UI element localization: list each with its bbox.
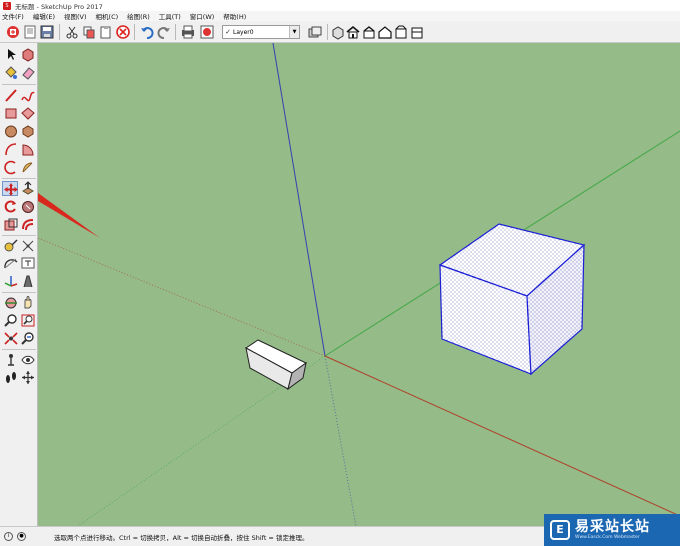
paint-bucket-icon[interactable] — [3, 65, 19, 80]
tool-separator — [2, 292, 36, 293]
modeling-viewport[interactable] — [38, 43, 680, 526]
tool-separator — [2, 349, 36, 350]
push-pull-icon[interactable] — [20, 181, 36, 196]
menu-file[interactable]: 文件(F) — [2, 11, 24, 21]
front-view-icon[interactable] — [361, 24, 377, 40]
offset-icon[interactable] — [20, 217, 36, 232]
menu-edit[interactable]: 编辑(E) — [33, 11, 55, 21]
new-file-icon[interactable] — [5, 24, 21, 40]
toolbar-separator — [134, 24, 135, 40]
cut-icon[interactable] — [64, 24, 80, 40]
pan-icon[interactable] — [20, 295, 36, 310]
right-view-icon[interactable] — [377, 24, 393, 40]
back-view-icon[interactable] — [393, 24, 409, 40]
text-icon[interactable] — [20, 256, 36, 271]
position-camera-icon[interactable] — [3, 352, 19, 367]
dimension-icon[interactable] — [20, 238, 36, 253]
move-icon[interactable] — [2, 181, 18, 196]
model-info-icon[interactable] — [199, 24, 215, 40]
two-point-arc-icon[interactable] — [3, 160, 19, 175]
pie-icon[interactable] — [20, 142, 36, 157]
select-icon[interactable] — [3, 47, 19, 62]
follow-me-icon[interactable] — [20, 199, 36, 214]
tool-separator — [2, 84, 36, 85]
red-axis-dotted — [38, 237, 326, 357]
watermark-title: 易采站长站 — [575, 518, 650, 535]
open-file-icon[interactable] — [22, 24, 38, 40]
menu-camera[interactable]: 相机(C) — [96, 11, 119, 21]
sketchup-app-icon: S — [3, 1, 11, 10]
zoom-extents-icon[interactable] — [3, 331, 19, 346]
scene-canvas[interactable] — [38, 43, 680, 526]
print-icon[interactable] — [180, 24, 196, 40]
arc-icon[interactable] — [3, 142, 19, 157]
make-component-icon[interactable] — [20, 47, 36, 62]
freehand-icon[interactable] — [20, 88, 36, 103]
chevron-down-icon[interactable]: ▼ — [289, 26, 299, 38]
toolbar-separator — [59, 24, 60, 40]
previous-view-icon[interactable] — [20, 331, 36, 346]
3d-text-icon[interactable] — [20, 274, 36, 289]
geo-location-icon[interactable]: ● — [17, 532, 26, 541]
axes-icon[interactable] — [3, 274, 19, 289]
info-icon[interactable]: i — [4, 532, 13, 541]
orbit-icon[interactable] — [3, 295, 19, 310]
standard-toolbar: ✓ Layer0 ▼ — [0, 21, 680, 43]
tool-separator — [2, 235, 36, 236]
watermark-text: 易采站长站 Www.Easck.Com Webmaster — [575, 518, 650, 541]
large-toolset — [0, 43, 38, 526]
layer-dropdown[interactable]: ✓ Layer0 ▼ — [222, 25, 300, 39]
left-view-icon[interactable] — [409, 24, 425, 40]
menu-view[interactable]: 视图(V) — [64, 11, 87, 21]
menu-draw[interactable]: 绘图(R) — [127, 11, 150, 21]
watermark-logo: E — [550, 520, 570, 540]
toolbar-separator — [327, 24, 328, 40]
menu-window[interactable]: 窗口(W) — [190, 11, 215, 21]
blue-axis-dotted — [324, 355, 357, 526]
tool-separator — [2, 178, 36, 179]
menu-bar: 文件(F) 编辑(E) 视图(V) 相机(C) 绘图(R) 工具(T) 窗口(W… — [0, 11, 680, 21]
layer-visible-check: ✓ — [225, 28, 231, 36]
scale-icon[interactable] — [3, 217, 19, 232]
rotate-icon[interactable] — [3, 199, 19, 214]
annotation-arrow — [38, 193, 100, 238]
look-around-icon[interactable] — [20, 352, 36, 367]
eraser-icon[interactable] — [20, 65, 36, 80]
watermark-url: Www.Easck.Com Webmaster — [575, 534, 640, 540]
three-point-arc-icon[interactable] — [20, 160, 36, 175]
save-icon[interactable] — [39, 24, 55, 40]
rotated-rectangle-icon[interactable] — [20, 106, 36, 121]
toolbar-separator — [175, 24, 176, 40]
polygon-icon[interactable] — [20, 124, 36, 139]
menu-tools[interactable]: 工具(T) — [159, 11, 181, 21]
line-icon[interactable] — [3, 88, 19, 103]
section-plane-icon[interactable] — [20, 370, 36, 385]
zoom-icon[interactable] — [3, 313, 19, 328]
undo-icon[interactable] — [139, 24, 155, 40]
copy-icon[interactable] — [81, 24, 97, 40]
layer-name: Layer0 — [233, 28, 254, 36]
window-title: 无标题 - SketchUp Pro 2017 — [15, 2, 103, 11]
top-view-icon[interactable] — [345, 24, 361, 40]
title-bar: S 无标题 - SketchUp Pro 2017 — [0, 0, 680, 11]
protractor-icon[interactable] — [3, 256, 19, 271]
rectangle-icon[interactable] — [3, 106, 19, 121]
status-hint: 选取两个点进行移动。Ctrl = 切换拷贝，Alt = 切换自动折叠，按住 Sh… — [54, 533, 309, 542]
tape-measure-icon[interactable] — [3, 238, 19, 253]
blue-axis-solid — [272, 43, 326, 357]
menu-help[interactable]: 帮助(H) — [223, 11, 246, 21]
circle-icon[interactable] — [3, 124, 19, 139]
erase-icon[interactable] — [115, 24, 131, 40]
iso-view-icon[interactable] — [330, 24, 346, 40]
watermark-badge: E 易采站长站 Www.Easck.Com Webmaster — [544, 514, 680, 546]
walk-icon[interactable] — [3, 370, 19, 385]
paste-icon[interactable] — [98, 24, 114, 40]
redo-icon[interactable] — [156, 24, 172, 40]
zoom-window-icon[interactable] — [20, 313, 36, 328]
red-axis-solid — [324, 355, 680, 517]
layer-manager-icon[interactable] — [307, 24, 323, 40]
